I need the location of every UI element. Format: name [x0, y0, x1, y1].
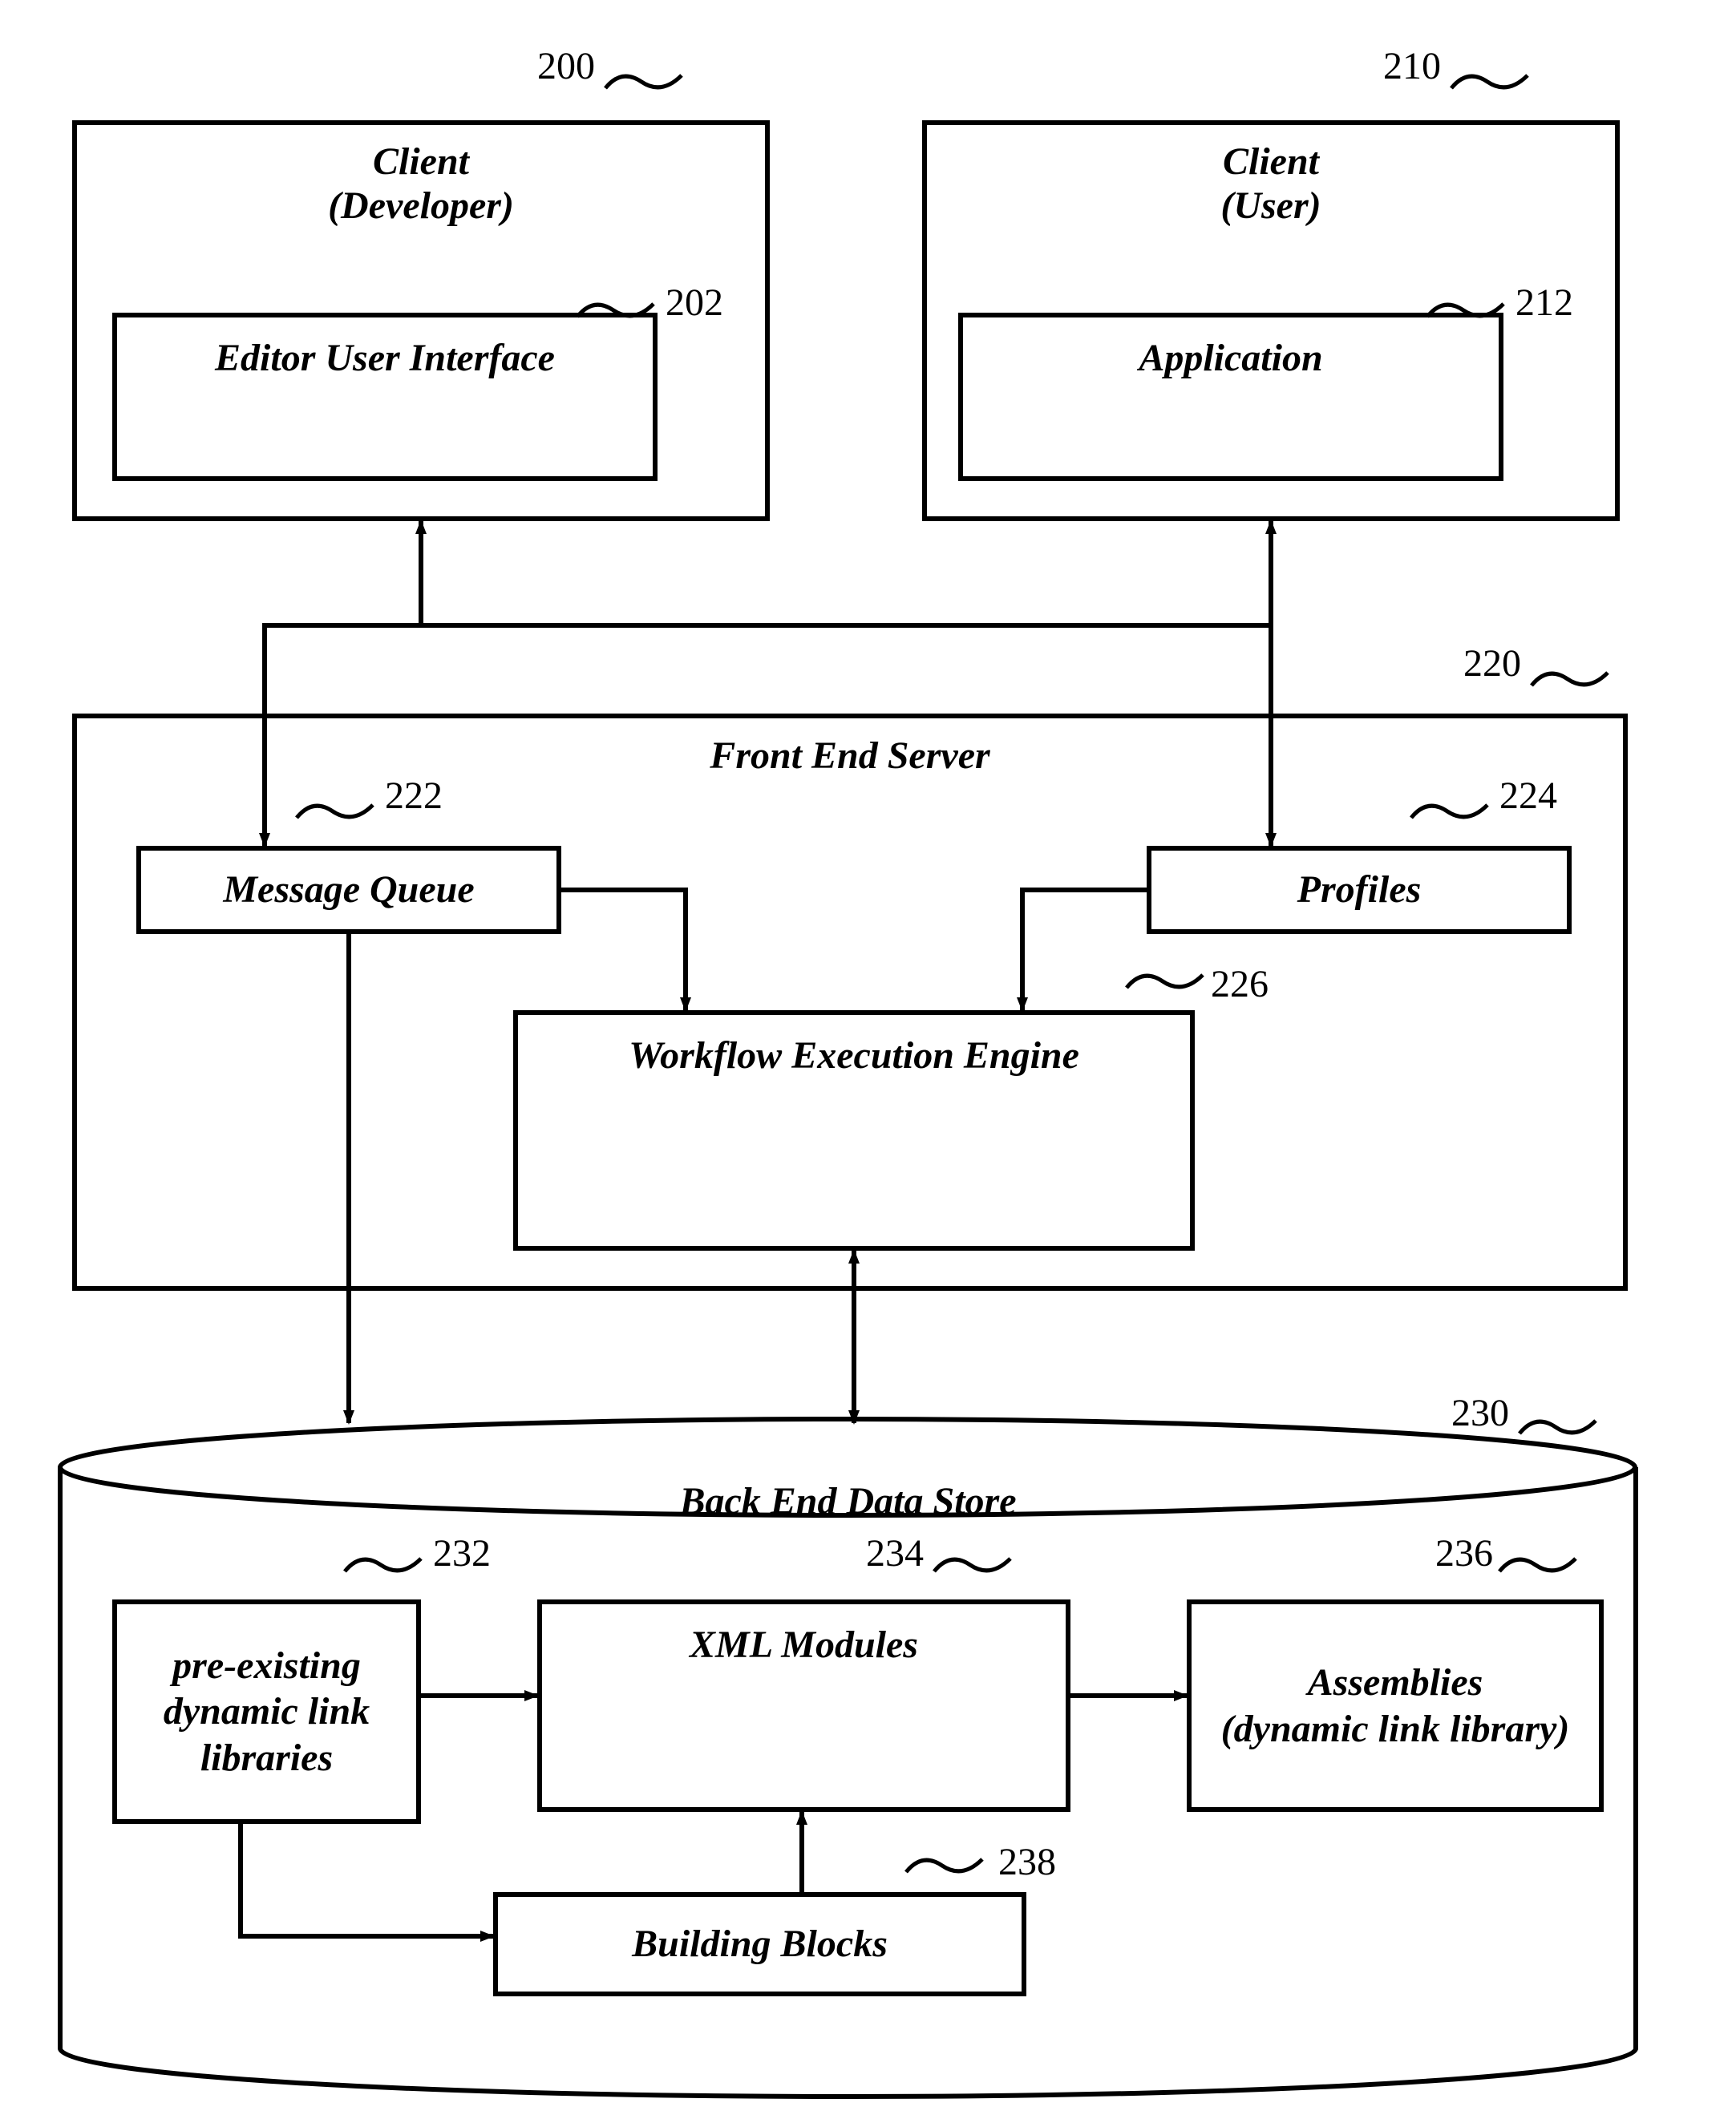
xml-modules-label: XML Modules: [690, 1622, 918, 1668]
ref-224: 224: [1499, 774, 1557, 818]
ref-222: 222: [385, 774, 443, 818]
ref-238: 238: [998, 1840, 1056, 1884]
pre-line3: libraries: [200, 1737, 333, 1779]
ref-210: 210: [1383, 44, 1441, 88]
ref-234: 234: [866, 1531, 924, 1575]
building-blocks-label: Building Blocks: [632, 1921, 888, 1967]
pre-existing-dll-label: pre-existing dynamic link libraries: [164, 1643, 370, 1781]
assemblies-line2: (dynamic link library): [1221, 1708, 1570, 1750]
ref-200: 200: [537, 44, 595, 88]
ref-202: 202: [666, 281, 723, 325]
back-end-store-label: Back End Data Store: [60, 1479, 1636, 1523]
ref-220: 220: [1463, 641, 1521, 685]
building-blocks-box: Building Blocks: [493, 1892, 1026, 1996]
assemblies-box: Assemblies (dynamic link library): [1187, 1599, 1604, 1812]
assemblies-label: Assemblies (dynamic link library): [1221, 1660, 1570, 1752]
back-end-store-text: Back End Data Store: [679, 1480, 1016, 1522]
ref-212: 212: [1515, 281, 1573, 325]
ref-232: 232: [433, 1531, 491, 1575]
pre-existing-dll-box: pre-existing dynamic link libraries: [112, 1599, 421, 1824]
ref-236: 236: [1435, 1531, 1493, 1575]
ref-226: 226: [1211, 962, 1269, 1006]
xml-modules-box: XML Modules: [537, 1599, 1070, 1812]
ref-230: 230: [1451, 1391, 1509, 1435]
pre-line1: pre-existing: [172, 1644, 361, 1687]
assemblies-line1: Assemblies: [1308, 1661, 1483, 1704]
pre-line2: dynamic link: [164, 1690, 370, 1733]
